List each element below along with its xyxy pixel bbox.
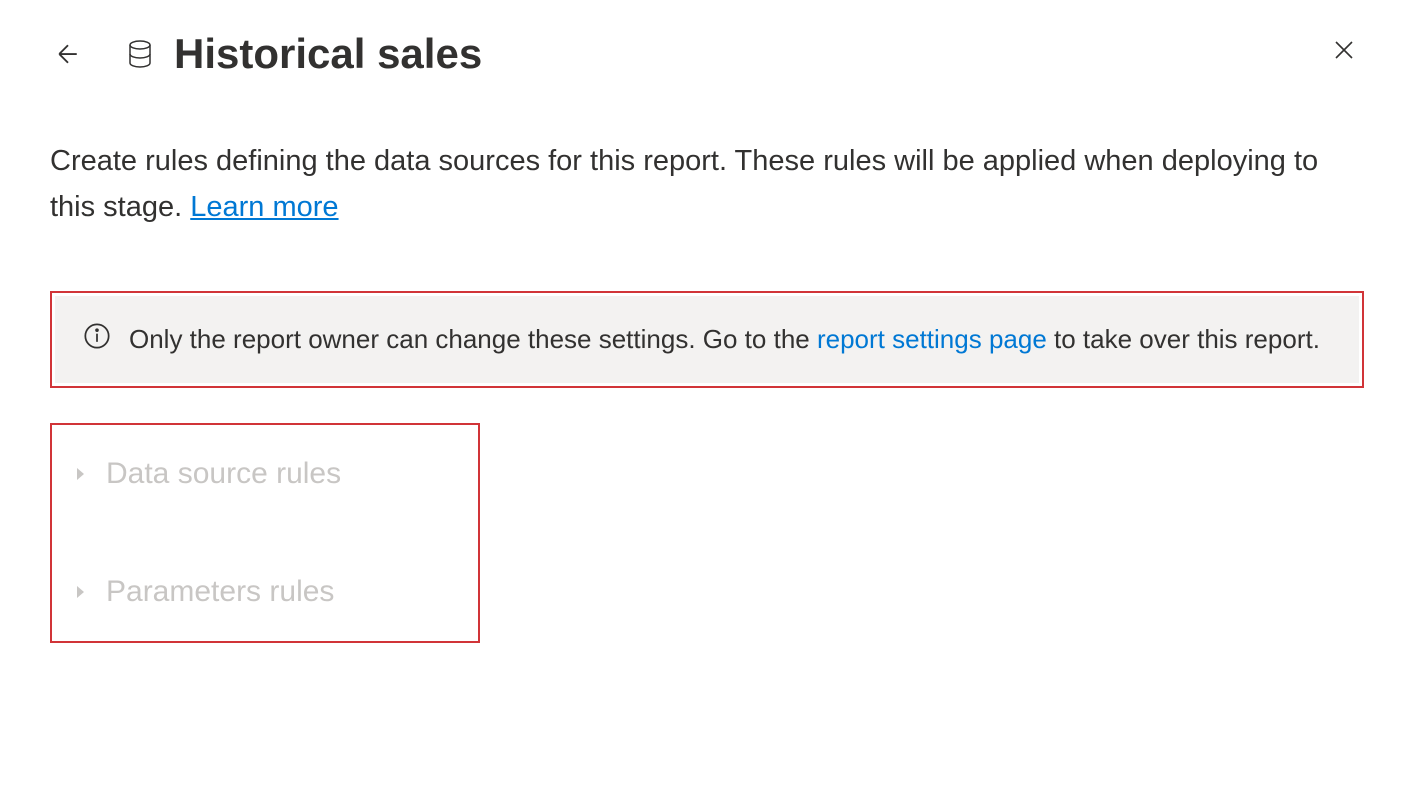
close-icon (1328, 34, 1360, 66)
chevron-right-icon (70, 582, 90, 602)
data-source-rules-item: Data source rules (70, 443, 448, 505)
back-button[interactable] (50, 36, 86, 72)
info-text-after: to take over this report. (1054, 324, 1320, 354)
back-arrow-icon (53, 39, 83, 69)
dialog-header: Historical sales (50, 30, 1364, 78)
learn-more-link[interactable]: Learn more (190, 191, 338, 223)
info-icon (83, 322, 111, 350)
chevron-right-icon (70, 464, 90, 484)
info-message: Only the report owner can change these s… (129, 320, 1320, 359)
database-icon (126, 40, 154, 68)
info-box: Only the report owner can change these s… (55, 296, 1359, 383)
rules-section-highlight: Data source rules Parameters rules (50, 423, 480, 643)
data-source-rules-label: Data source rules (106, 457, 341, 491)
report-settings-link[interactable]: report settings page (817, 324, 1047, 354)
dialog-title: Historical sales (174, 30, 482, 78)
description-text: Create rules defining the data sources f… (50, 138, 1364, 231)
info-box-highlight: Only the report owner can change these s… (50, 291, 1364, 388)
info-text-before: Only the report owner can change these s… (129, 324, 817, 354)
parameters-rules-item: Parameters rules (70, 561, 448, 623)
parameters-rules-label: Parameters rules (106, 575, 334, 609)
close-button[interactable] (1324, 30, 1364, 70)
